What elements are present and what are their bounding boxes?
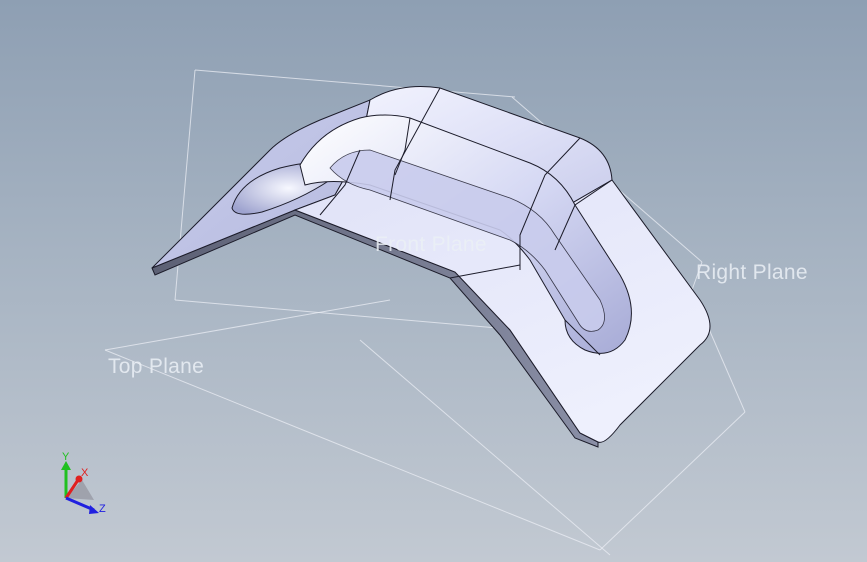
reference-triad[interactable]: Y X Z (52, 450, 112, 520)
front-plane-label: Front Plane (375, 233, 487, 256)
triad-z-label: Z (99, 503, 106, 515)
top-plane-label: Top Plane (108, 355, 205, 378)
right-plane-label: Right Plane (696, 261, 808, 284)
graphics-viewport[interactable]: Front Plane Right Plane Top Plane Y X Z (0, 0, 867, 562)
triad-y-label: Y (62, 451, 70, 463)
triad-z-arrow (89, 505, 99, 514)
triad-x-label: X (81, 467, 89, 479)
